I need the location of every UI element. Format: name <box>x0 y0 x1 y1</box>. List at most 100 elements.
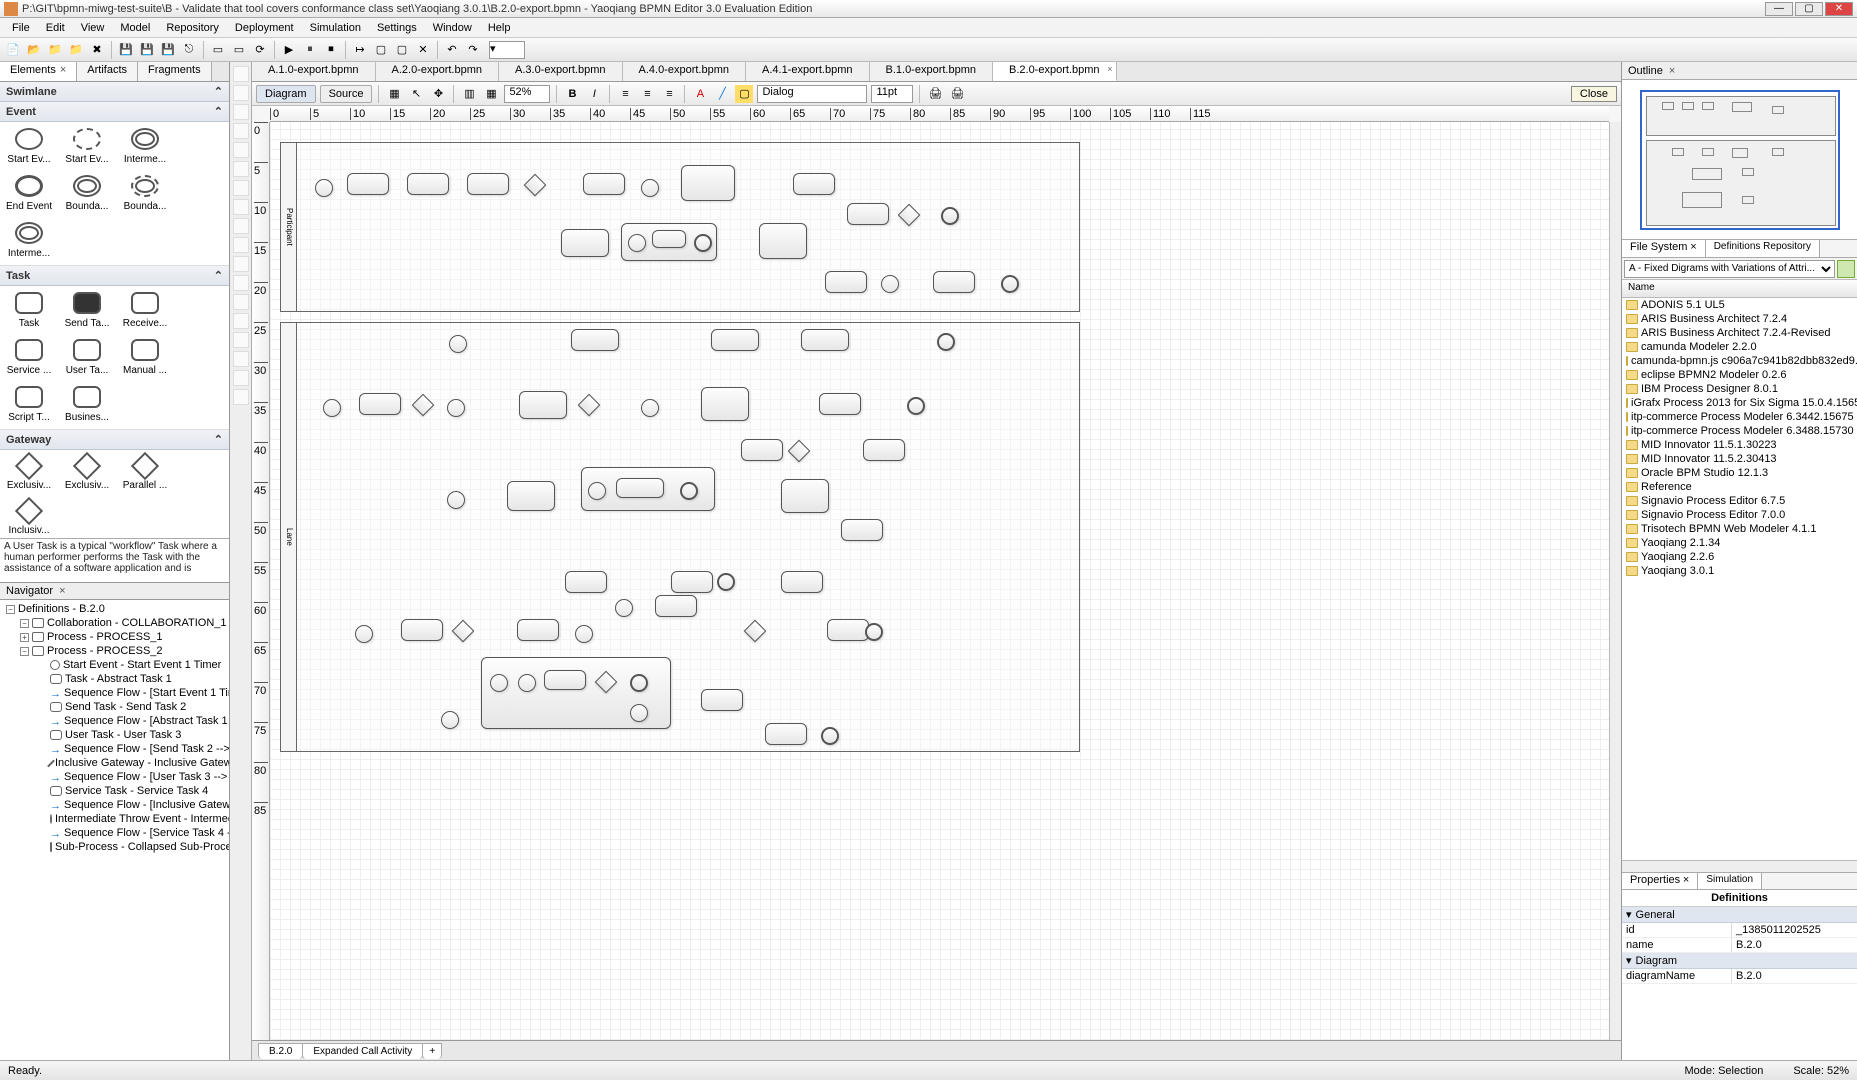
close-icon[interactable]: × <box>1683 874 1689 886</box>
print-icon[interactable]: 🖨 <box>926 85 944 103</box>
palette-cat-swimlane[interactable]: Swimlane⌃ <box>0 82 229 102</box>
tab-fragments[interactable]: Fragments <box>138 62 212 81</box>
task-node[interactable] <box>359 393 401 415</box>
editor-tab[interactable]: B.2.0-export.bpmn× <box>993 62 1117 81</box>
property-row[interactable]: diagramNameB.2.0 <box>1622 969 1857 984</box>
play-icon[interactable]: ▶ <box>280 41 298 59</box>
event-node[interactable] <box>447 399 465 417</box>
file-row[interactable]: IBM Process Designer 8.0.1 <box>1622 382 1857 396</box>
event-node[interactable] <box>641 399 659 417</box>
vtool-icon[interactable] <box>233 370 249 386</box>
task-node[interactable] <box>827 619 869 641</box>
collapse-icon[interactable]: ⌃ <box>214 433 223 446</box>
editor-tab[interactable]: A.4.1-export.bpmn <box>746 62 870 81</box>
file-row[interactable]: ARIS Business Architect 7.2.4 <box>1622 312 1857 326</box>
file-row[interactable]: Signavio Process Editor 6.7.5 <box>1622 494 1857 508</box>
tree-node[interactable]: +Process - PROCESS_1 <box>2 630 227 644</box>
align-left-icon[interactable]: ≡ <box>616 85 634 103</box>
event-node[interactable] <box>641 179 659 197</box>
tree-node[interactable]: →Sequence Flow - [Service Task 4 --> <box>2 826 227 840</box>
align-center-icon[interactable]: ≡ <box>638 85 656 103</box>
sheet-tab[interactable]: Expanded Call Activity <box>302 1043 423 1059</box>
editor-tab[interactable]: B.1.0-export.bpmn <box>870 62 994 81</box>
event-node[interactable] <box>588 482 606 500</box>
vtool-icon[interactable] <box>233 142 249 158</box>
save-icon[interactable]: 💾 <box>117 41 135 59</box>
view-source-button[interactable]: Source <box>320 85 373 103</box>
close-icon[interactable]: × <box>60 64 66 76</box>
tree-node[interactable]: −Process - PROCESS_2 <box>2 644 227 658</box>
page2-icon[interactable]: ▭ <box>230 41 248 59</box>
task-node[interactable] <box>781 571 823 593</box>
page1-icon[interactable]: ▭ <box>209 41 227 59</box>
vertical-scrollbar[interactable] <box>1609 122 1621 1040</box>
subprocess-node[interactable] <box>507 481 555 511</box>
tree-node[interactable]: Send Task - Send Task 2 <box>2 700 227 714</box>
tree-node[interactable]: Service Task - Service Task 4 <box>2 784 227 798</box>
step-icon[interactable]: ↦ <box>351 41 369 59</box>
task-node[interactable] <box>571 329 619 351</box>
task-node[interactable] <box>711 329 759 351</box>
font-color-icon[interactable]: A <box>691 85 709 103</box>
close-icon[interactable]: × <box>59 585 65 597</box>
expand-icon[interactable]: ▾ <box>1626 908 1632 921</box>
snap2-icon[interactable]: ▦ <box>482 85 500 103</box>
expanded-subprocess[interactable] <box>481 657 671 729</box>
file-row[interactable]: itp-commerce Process Modeler 6.3488.1573… <box>1622 424 1857 438</box>
task-node[interactable] <box>741 439 783 461</box>
task-node[interactable] <box>765 723 807 745</box>
task-node[interactable] <box>467 173 509 195</box>
preview-icon[interactable]: 🖨 <box>948 85 966 103</box>
menu-deployment[interactable]: Deployment <box>227 20 302 36</box>
event-node[interactable] <box>441 711 459 729</box>
task-node[interactable] <box>701 689 743 711</box>
tree-node[interactable]: →Sequence Flow - [Abstract Task 1 --> <box>2 714 227 728</box>
view-diagram-button[interactable]: Diagram <box>256 85 316 103</box>
end-event-node[interactable] <box>941 207 959 225</box>
palette-boundary-2[interactable]: Bounda... <box>122 175 168 212</box>
box1-icon[interactable]: ▢ <box>372 41 390 59</box>
menu-edit[interactable]: Edit <box>38 20 73 36</box>
property-group[interactable]: ▾Diagram <box>1622 953 1857 969</box>
start-event-node[interactable] <box>323 399 341 417</box>
close-doc-icon[interactable]: ✖ <box>88 41 106 59</box>
tree-node[interactable]: →Sequence Flow - [User Task 3 --> In <box>2 770 227 784</box>
open-icon[interactable]: 📂 <box>25 41 43 59</box>
vtool-icon[interactable] <box>233 180 249 196</box>
pointer-icon[interactable]: ↖ <box>407 85 425 103</box>
palette-start-event-2[interactable]: Start Ev... <box>64 128 110 165</box>
tab-properties[interactable]: Properties × <box>1622 873 1698 889</box>
event-node[interactable] <box>490 674 508 692</box>
task-node[interactable] <box>517 619 559 641</box>
tree-node[interactable]: Task - Abstract Task 1 <box>2 672 227 686</box>
toolbar-dropdown[interactable]: ▾ <box>489 41 525 59</box>
task-node[interactable] <box>863 439 905 461</box>
collapse-icon[interactable]: ⌃ <box>214 105 223 118</box>
menu-simulation[interactable]: Simulation <box>302 20 369 36</box>
file-row[interactable]: ARIS Business Architect 7.2.4-Revised <box>1622 326 1857 340</box>
stop-icon[interactable]: ⏹ <box>322 41 340 59</box>
event-node[interactable] <box>630 674 648 692</box>
file-row[interactable]: Signavio Process Editor 7.0.0 <box>1622 508 1857 522</box>
menu-settings[interactable]: Settings <box>369 20 425 36</box>
event-node[interactable] <box>447 491 465 509</box>
palette-intermediate-2[interactable]: Interme... <box>6 222 52 259</box>
tab-simulation[interactable]: Simulation <box>1698 873 1762 889</box>
palette-exclusive-gw[interactable]: Exclusiv... <box>6 456 52 491</box>
outline-panel[interactable] <box>1622 80 1857 240</box>
palette-send-task[interactable]: Send Ta... <box>64 292 110 329</box>
size-select[interactable]: 11pt <box>871 85 913 103</box>
event-node[interactable] <box>630 704 648 722</box>
task-node[interactable] <box>847 203 889 225</box>
tree-node[interactable]: Intermediate Throw Event - Intermed <box>2 812 227 826</box>
pause-icon[interactable]: ⏸ <box>301 41 319 59</box>
delete-icon[interactable]: ✕ <box>414 41 432 59</box>
event-node[interactable] <box>881 275 899 293</box>
task-node[interactable] <box>401 619 443 641</box>
file-row[interactable]: Yaoqiang 2.1.34 <box>1622 536 1857 550</box>
refresh-icon[interactable]: ⟳ <box>251 41 269 59</box>
tree-node[interactable]: −Collaboration - COLLABORATION_1 <box>2 616 227 630</box>
vtool-icon[interactable] <box>233 389 249 405</box>
collapse-icon[interactable]: ⌃ <box>214 85 223 98</box>
subprocess-node[interactable] <box>561 229 609 257</box>
